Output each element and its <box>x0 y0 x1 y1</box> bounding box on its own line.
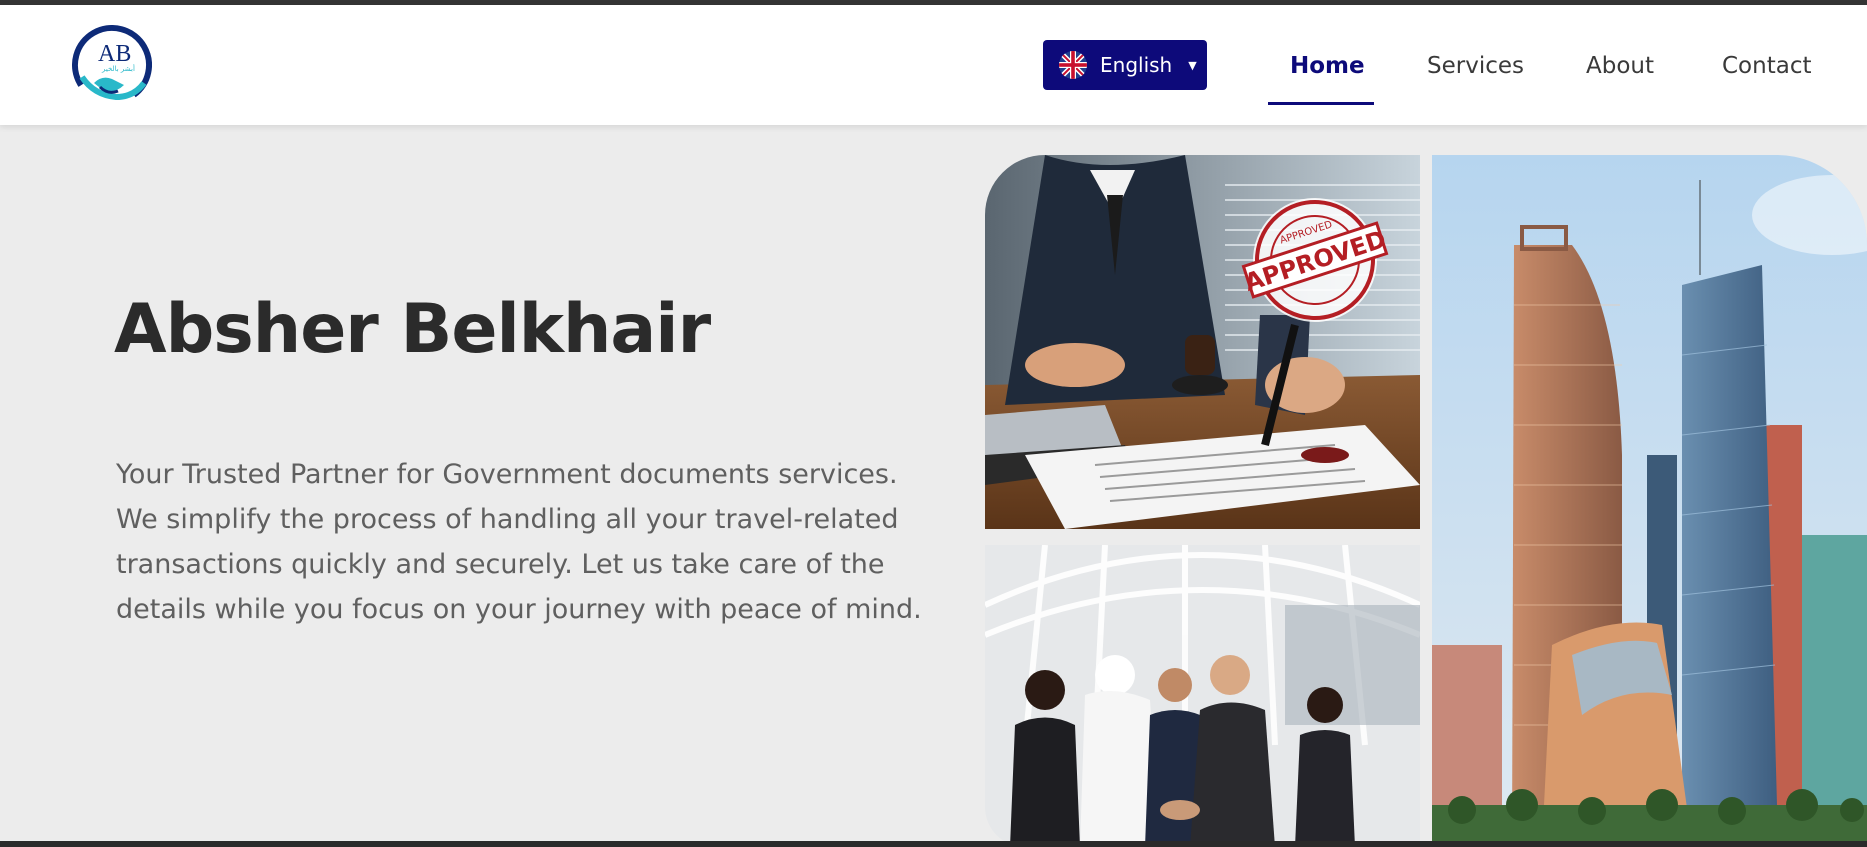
document-approval-photo: APPROVED APPROVED <box>985 155 1420 529</box>
site-header: AB أبشر بالخير English ▼ Home Services A… <box>0 5 1867 125</box>
nav-contact[interactable]: Contact <box>1722 53 1811 79</box>
bottom-strip <box>0 841 1867 847</box>
hero-description: Your Trusted Partner for Government docu… <box>116 459 922 625</box>
logo-letters: AB <box>98 41 131 67</box>
active-nav-indicator <box>1268 102 1374 105</box>
logo-icon: AB أبشر بالخير <box>71 25 152 105</box>
nav-home[interactable]: Home <box>1290 53 1365 79</box>
caret-down-icon: ▼ <box>1188 58 1197 72</box>
hero-title: Absher Belkhair <box>114 290 711 369</box>
uk-flag-icon <box>1059 51 1087 79</box>
business-handshake-photo <box>985 545 1420 847</box>
city-skyscrapers-photo <box>1432 155 1867 847</box>
logo[interactable]: AB أبشر بالخير <box>71 25 152 105</box>
language-label: English <box>1100 53 1173 77</box>
language-selector[interactable]: English ▼ <box>1043 40 1207 90</box>
nav-services[interactable]: Services <box>1427 53 1524 79</box>
logo-arabic: أبشر بالخير <box>101 64 135 73</box>
nav-about[interactable]: About <box>1586 53 1654 79</box>
